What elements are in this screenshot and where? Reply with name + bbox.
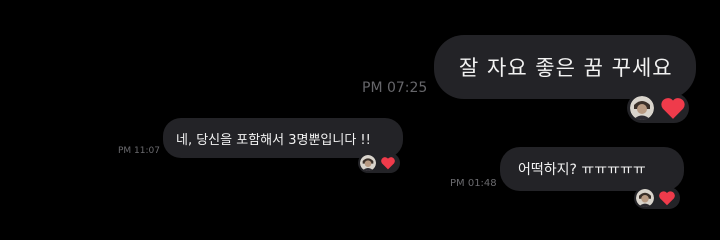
message-bubble-incoming[interactable]: 네, 당신을 포함해서 3명뿐입니다 !! bbox=[163, 118, 403, 158]
avatar bbox=[360, 155, 376, 171]
message-text: 어떡하지? ㅠㅠㅠㅠㅠ bbox=[518, 162, 646, 178]
heart-icon bbox=[381, 157, 395, 170]
avatar bbox=[630, 96, 654, 120]
message-text: 잘 자요 좋은 꿈 꾸세요 bbox=[459, 56, 673, 80]
message-text: 네, 당신을 포함해서 3명뿐입니다 !! bbox=[176, 132, 371, 148]
message-timestamp: PM 11:07 bbox=[118, 146, 160, 156]
avatar bbox=[636, 189, 654, 207]
message-timestamp: PM 07:25 bbox=[362, 80, 428, 96]
reaction-badge[interactable] bbox=[634, 187, 680, 209]
message-bubble-outgoing[interactable]: 어떡하지? ㅠㅠㅠㅠㅠ bbox=[500, 147, 684, 191]
heart-icon bbox=[659, 191, 675, 206]
message-timestamp: PM 01:48 bbox=[450, 178, 497, 189]
heart-icon bbox=[661, 98, 685, 119]
message-bubble-outgoing[interactable]: 잘 자요 좋은 꿈 꾸세요 bbox=[434, 35, 696, 99]
reaction-badge[interactable] bbox=[627, 93, 689, 123]
reaction-badge[interactable] bbox=[358, 153, 400, 173]
